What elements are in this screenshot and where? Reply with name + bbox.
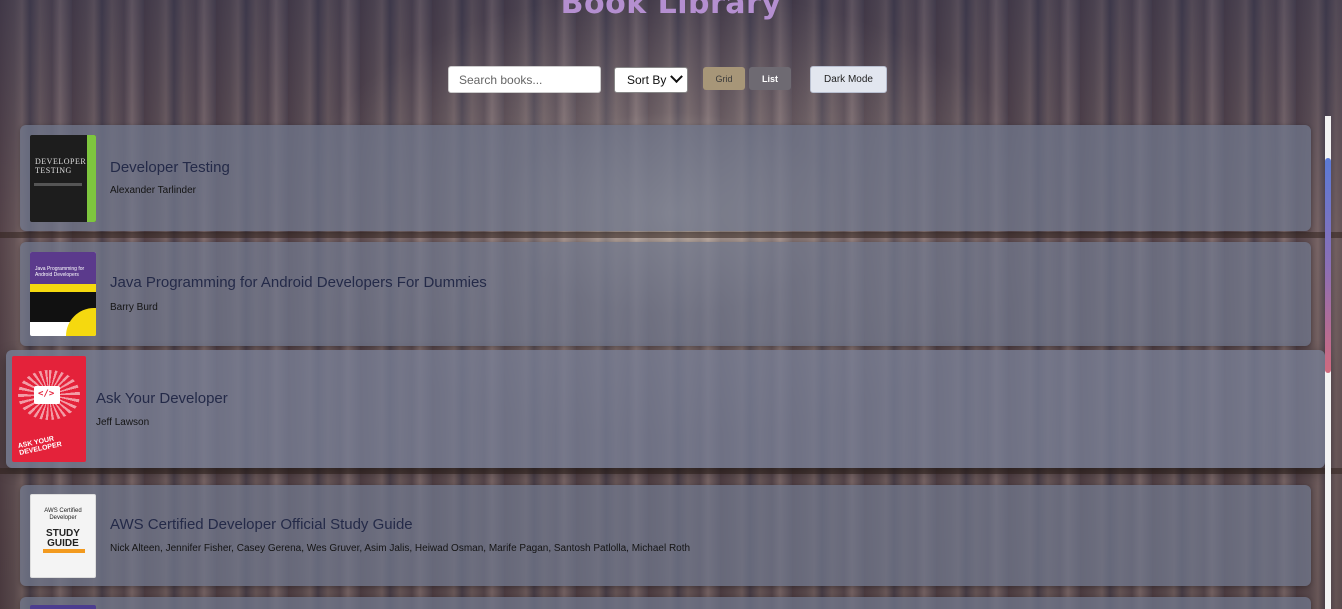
cover-text: Java Programming for Android Developers xyxy=(35,266,85,278)
cover-text: AWS Certified Developer xyxy=(44,508,82,521)
book-cover[interactable] xyxy=(30,605,96,609)
cover-decoration xyxy=(43,549,85,553)
book-title[interactable]: Developer Testing xyxy=(110,159,230,176)
book-card[interactable]: DEVELOPER TESTING Developer Testing Alex… xyxy=(20,125,1311,231)
book-title[interactable]: Ask Your Developer xyxy=(96,390,228,407)
cover-text: DEVELOPER xyxy=(35,157,87,166)
scrollbar-thumb[interactable] xyxy=(1325,158,1331,373)
book-cover[interactable]: DEVELOPER TESTING xyxy=(30,135,96,222)
book-cover[interactable]: Java Programming for Android Developers xyxy=(30,252,96,336)
cover-text: ASK YOUR DEVELOPER xyxy=(17,435,63,457)
book-list: DEVELOPER TESTING Developer Testing Alex… xyxy=(0,0,1342,609)
cover-text: </> xyxy=(38,389,55,399)
book-author: Jeff Lawson xyxy=(96,417,150,428)
book-cover[interactable]: AWS Certified Developer STUDY GUIDE xyxy=(30,494,96,578)
book-author: Barry Burd xyxy=(110,302,158,313)
book-author: Nick Alteen, Jennifer Fisher, Casey Gere… xyxy=(110,543,691,554)
cover-decoration xyxy=(87,135,96,222)
book-card[interactable]: Java Programming for Android Developers … xyxy=(20,242,1311,346)
book-author: Alexander Tarlinder xyxy=(110,185,196,196)
book-card[interactable]: AWS Certified Developer STUDY GUIDE AWS … xyxy=(20,485,1311,586)
scrollbar[interactable] xyxy=(1325,116,1331,609)
book-card[interactable] xyxy=(20,597,1311,609)
cover-text: TESTING xyxy=(35,166,72,175)
book-title[interactable]: Java Programming for Android Developers … xyxy=(110,274,487,291)
cover-text: STUDY GUIDE xyxy=(46,528,80,549)
code-icon: </> xyxy=(34,386,60,404)
book-card[interactable]: </> ASK YOUR DEVELOPER Ask Your Develope… xyxy=(6,350,1325,468)
book-title[interactable]: AWS Certified Developer Official Study G… xyxy=(110,516,413,533)
cover-decoration xyxy=(34,183,82,186)
book-cover[interactable]: </> ASK YOUR DEVELOPER xyxy=(12,356,86,462)
